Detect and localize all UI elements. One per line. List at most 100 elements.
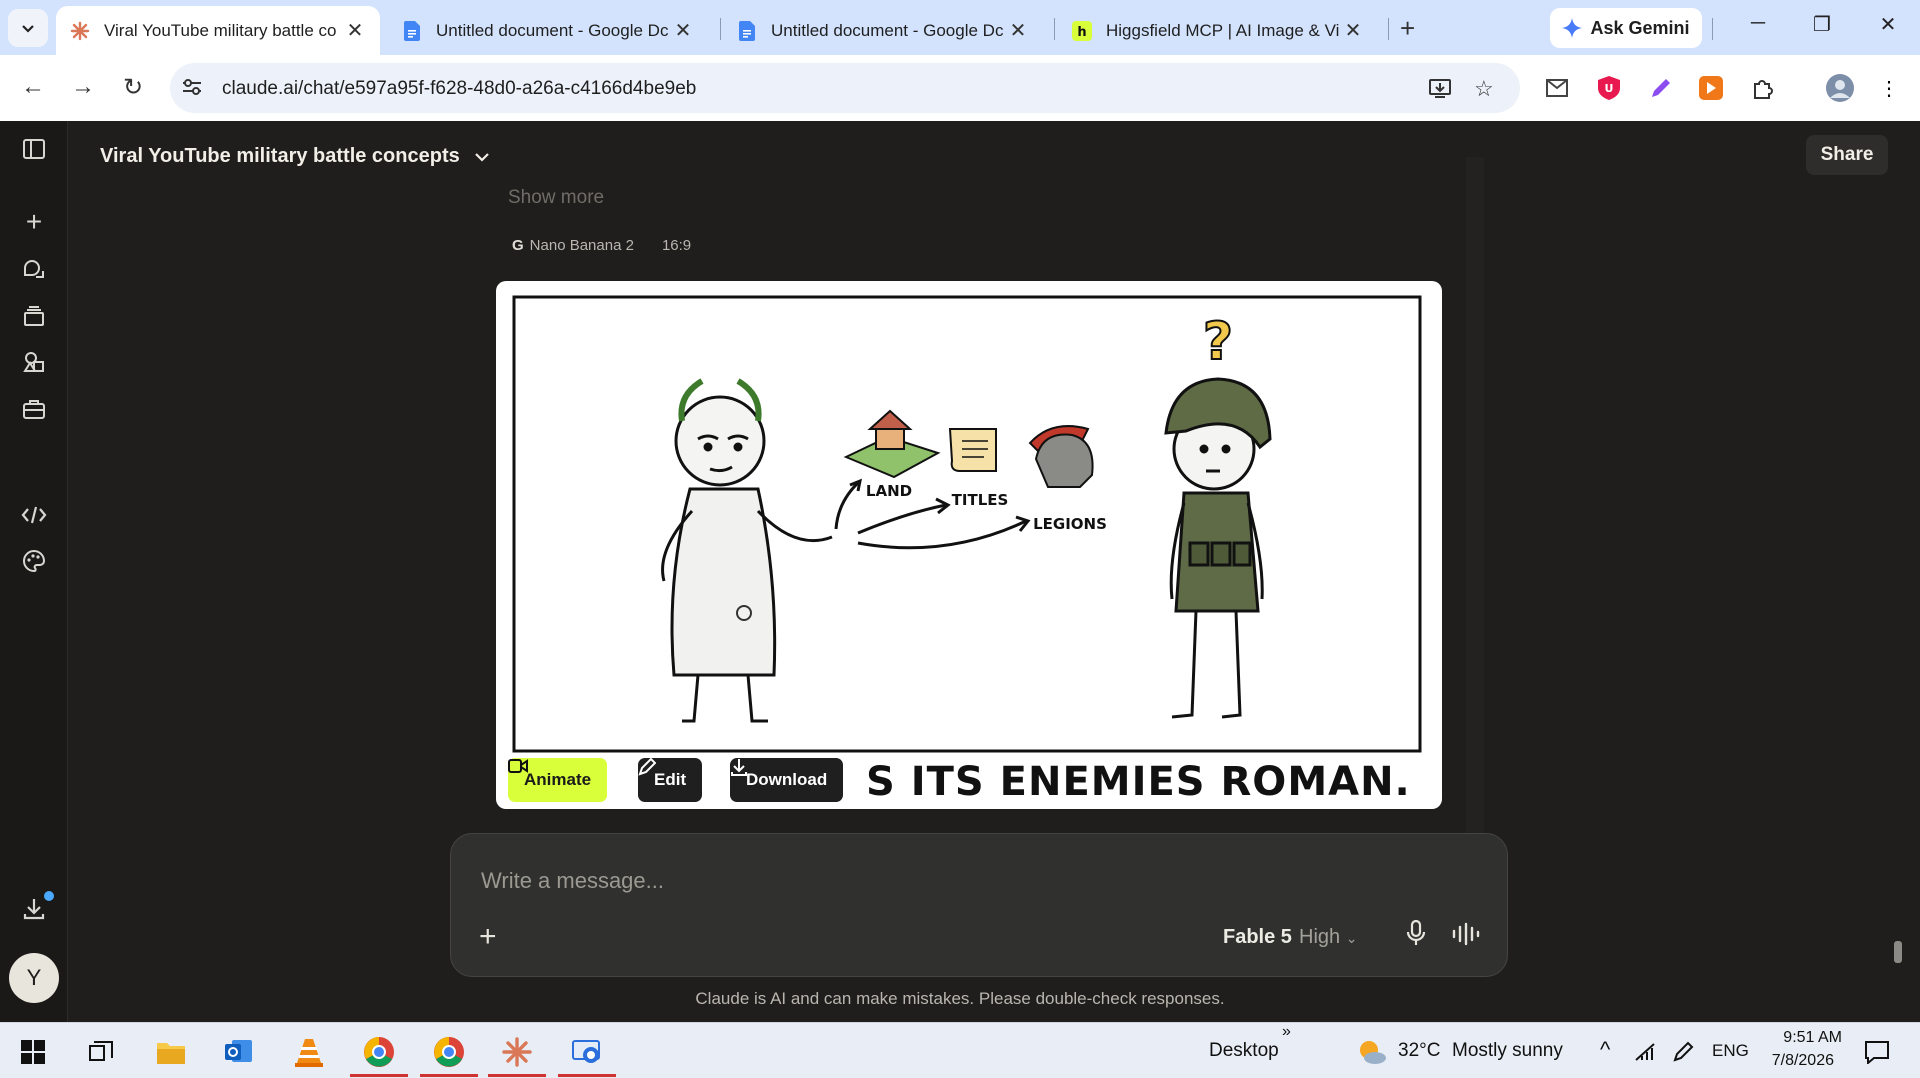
tray-overflow-chevron-up-icon[interactable]: ^ xyxy=(1600,1037,1610,1063)
show-more-link[interactable]: Show more xyxy=(508,187,604,209)
voice-mode-waveform-icon[interactable] xyxy=(1451,922,1481,951)
install-app-icon[interactable] xyxy=(1428,76,1452,106)
aspect-ratio: 16:9 xyxy=(661,237,692,254)
higgsfield-icon: h xyxy=(1072,20,1092,41)
reload-icon[interactable]: ↻ xyxy=(116,73,150,102)
browser-toolbar: ← → ↻ claude.ai/chat/e597a95f-f628-48d0-… xyxy=(0,55,1920,121)
forward-arrow-icon[interactable]: → xyxy=(66,73,100,101)
shield-extension-icon[interactable]: U xyxy=(1596,75,1622,101)
label-land: LAND xyxy=(866,482,912,500)
outlook-icon[interactable] xyxy=(222,1035,256,1069)
tab-higgsfield[interactable]: h Higgsfield MCP | AI Image & Vi ✕ xyxy=(1058,6,1378,55)
download-notification-dot xyxy=(44,891,54,901)
tab-google-docs-1[interactable]: Untitled document - Google Dc ✕ xyxy=(388,6,708,55)
tab-search-button[interactable] xyxy=(8,9,48,47)
ask-gemini-button[interactable]: Ask Gemini xyxy=(1550,8,1702,48)
orange-extension-icon[interactable] xyxy=(1698,75,1724,101)
model-selector[interactable]: Fable 5 xyxy=(1223,926,1292,949)
message-input-placeholder[interactable]: Write a message... xyxy=(481,868,664,894)
network-icon[interactable] xyxy=(1628,1035,1662,1069)
profile-avatar-icon[interactable] xyxy=(1824,72,1856,104)
edit-button[interactable]: Edit xyxy=(638,758,703,802)
weather-condition[interactable]: Mostly sunny xyxy=(1452,1040,1563,1062)
effort-label: High xyxy=(1299,926,1341,948)
claude-active-indicator xyxy=(488,1074,546,1077)
windows-taskbar: Desktop » 32°C Mostly sunny ^ ENG 9:51 A… xyxy=(0,1022,1920,1078)
add-attachment-plus-icon[interactable]: + xyxy=(479,920,497,954)
desktop-toolbar-label[interactable]: Desktop xyxy=(1209,1040,1279,1062)
close-icon[interactable]: ✕ xyxy=(1007,18,1029,43)
pen-ink-icon[interactable] xyxy=(1666,1035,1700,1069)
code-icon[interactable] xyxy=(20,501,48,529)
address-bar[interactable]: claude.ai/chat/e597a95f-f628-48d0-a26a-c… xyxy=(170,63,1520,113)
page-scrollbar-thumb[interactable] xyxy=(1894,941,1902,963)
chrome-icon[interactable] xyxy=(362,1035,396,1069)
task-view-icon[interactable] xyxy=(84,1035,118,1069)
tab-separator xyxy=(1388,18,1389,40)
edit-label: Edit xyxy=(654,770,687,789)
download-button[interactable]: Download xyxy=(730,758,844,802)
svg-text:h: h xyxy=(1077,25,1086,40)
pen-extension-icon[interactable] xyxy=(1648,75,1674,101)
svg-text:U: U xyxy=(1605,82,1614,95)
toolbox-icon[interactable] xyxy=(20,395,48,423)
notifications-icon[interactable] xyxy=(1860,1035,1894,1069)
projects-icon[interactable] xyxy=(20,302,48,330)
tab-separator xyxy=(1054,18,1055,40)
claude-app-icon[interactable] xyxy=(500,1035,534,1069)
effort-selector[interactable]: High ⌄ xyxy=(1299,926,1357,949)
chrome-profile-icon[interactable] xyxy=(432,1035,466,1069)
back-arrow-icon[interactable]: ← xyxy=(16,73,50,101)
vlc-icon[interactable] xyxy=(292,1035,326,1069)
restore-icon[interactable]: ❐ xyxy=(1802,12,1842,37)
remote-desktop-icon[interactable] xyxy=(570,1035,604,1069)
kebab-menu-icon[interactable]: ⋮ xyxy=(1876,75,1902,101)
claude-app: + Y Viral YouTube military battle concep… xyxy=(0,121,1920,1022)
tab-title: Untitled document - Google Dc xyxy=(436,20,669,40)
new-tab-plus-icon[interactable]: + xyxy=(1400,13,1415,44)
site-settings-icon[interactable] xyxy=(180,75,208,101)
bookmark-star-icon[interactable]: ☆ xyxy=(1474,76,1494,102)
windows-start-icon[interactable] xyxy=(16,1035,50,1069)
new-chat-plus-icon[interactable]: + xyxy=(20,206,48,237)
clock-date[interactable]: 7/8/2026 xyxy=(1762,1052,1834,1070)
tab-claude[interactable]: Viral YouTube military battle co ✕ xyxy=(56,6,380,55)
download-tray-icon[interactable] xyxy=(20,895,48,923)
download-label: Download xyxy=(746,770,828,789)
close-window-icon[interactable]: ✕ xyxy=(1868,12,1908,37)
chat-title-button[interactable]: Viral YouTube military battle concepts xyxy=(100,145,490,168)
chevron-down-icon xyxy=(474,152,489,162)
label-legions: LEGIONS xyxy=(1033,515,1107,533)
palette-icon[interactable] xyxy=(20,547,48,575)
message-composer[interactable]: Write a message... + Fable 5 High ⌄ xyxy=(450,833,1508,977)
extensions-puzzle-icon[interactable] xyxy=(1750,75,1776,101)
chats-icon[interactable] xyxy=(20,255,48,283)
tab-title: Untitled document - Google Dc xyxy=(771,20,1004,40)
generated-image[interactable]: LAND TITLES LEGIONS ? S ITS ENEMIES ROMA… xyxy=(496,281,1442,809)
toolbar-overflow-chevron[interactable]: » xyxy=(1282,1023,1291,1041)
titles-scroll-icon xyxy=(948,428,997,472)
chat-title: Viral YouTube military battle concepts xyxy=(100,145,460,167)
file-explorer-icon[interactable] xyxy=(154,1035,188,1069)
pencil-icon xyxy=(638,758,656,776)
close-icon[interactable]: ✕ xyxy=(1342,18,1364,43)
sidebar-toggle-icon[interactable] xyxy=(20,135,48,163)
microphone-icon[interactable] xyxy=(1405,919,1427,951)
mail-extension-icon[interactable] xyxy=(1544,75,1570,101)
image-meta: G Nano Banana 2 16:9 xyxy=(512,237,691,254)
minimize-icon[interactable]: ─ xyxy=(1738,12,1778,35)
animate-button[interactable]: Animate xyxy=(508,758,608,802)
chevron-down-icon: ⌄ xyxy=(1345,930,1358,946)
input-language[interactable]: ENG xyxy=(1712,1041,1749,1061)
weather-sun-icon[interactable] xyxy=(1354,1035,1388,1069)
tab-google-docs-2[interactable]: Untitled document - Google Dc ✕ xyxy=(723,6,1043,55)
close-icon[interactable]: ✕ xyxy=(344,18,366,43)
weather-temperature[interactable]: 32°C xyxy=(1398,1040,1440,1062)
artifacts-icon[interactable] xyxy=(20,348,48,376)
share-label: Share xyxy=(1820,144,1874,165)
share-button[interactable]: Share xyxy=(1806,135,1888,175)
url-text: claude.ai/chat/e597a95f-f628-48d0-a26a-c… xyxy=(222,78,697,99)
video-camera-icon xyxy=(508,759,528,773)
close-icon[interactable]: ✕ xyxy=(672,18,694,43)
clock-time[interactable]: 9:51 AM xyxy=(1762,1029,1842,1047)
